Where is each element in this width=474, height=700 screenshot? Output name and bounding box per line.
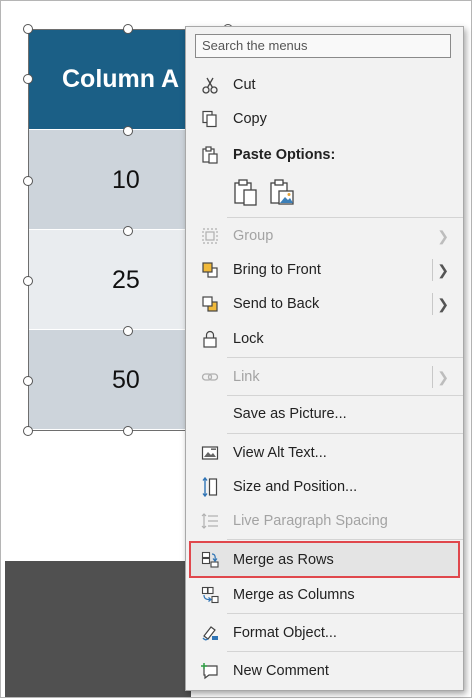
menu-item-send-to-back[interactable]: Send to Back ❯ bbox=[186, 287, 463, 321]
menu-item-label: Group bbox=[233, 228, 274, 244]
resize-handle-bottom-left[interactable] bbox=[23, 426, 33, 436]
format-object-icon bbox=[200, 624, 220, 642]
menu-item-label: Send to Back bbox=[233, 296, 320, 312]
menu-section-label: Paste Options: bbox=[233, 147, 336, 163]
menu-item-bring-to-front[interactable]: Bring to Front ❯ bbox=[186, 253, 463, 287]
menu-item-label: Format Object... bbox=[233, 625, 337, 641]
menu-separator bbox=[227, 357, 463, 358]
menu-item-label: Cut bbox=[233, 77, 256, 93]
menu-separator bbox=[227, 651, 463, 652]
menu-item-label: New Comment bbox=[233, 663, 329, 679]
menu-item-label: Link bbox=[233, 369, 260, 385]
menu-separator bbox=[227, 217, 463, 218]
menu-item-lock[interactable]: Lock bbox=[186, 322, 463, 356]
submenu-divider bbox=[432, 259, 433, 281]
paste-options-row bbox=[232, 177, 302, 213]
menu-separator bbox=[227, 613, 463, 614]
menu-item-live-paragraph-spacing: Live Paragraph Spacing bbox=[186, 504, 463, 538]
link-icon bbox=[200, 368, 220, 386]
copy-icon bbox=[200, 110, 220, 128]
resize-handle-left[interactable] bbox=[23, 176, 33, 186]
menu-item-new-comment[interactable]: New Comment bbox=[186, 654, 463, 688]
menu-section-paste-options: Paste Options: bbox=[186, 138, 463, 172]
resize-handle-bottom[interactable] bbox=[123, 426, 133, 436]
menu-item-label: Save as Picture... bbox=[233, 406, 347, 422]
chevron-right-icon[interactable]: ❯ bbox=[437, 296, 449, 313]
menu-item-merge-as-columns[interactable]: Merge as Columns bbox=[186, 578, 463, 612]
window-frame: Column A 10 25 50 Search the menus Cut C… bbox=[0, 0, 472, 698]
group-icon bbox=[200, 227, 220, 245]
submenu-divider bbox=[432, 293, 433, 315]
chevron-right-icon[interactable]: ❯ bbox=[437, 262, 449, 279]
menu-item-label: Lock bbox=[233, 331, 264, 347]
menu-item-size-and-position[interactable]: Size and Position... bbox=[186, 470, 463, 504]
scissors-icon bbox=[200, 76, 220, 94]
menu-item-label: Copy bbox=[233, 111, 267, 127]
lock-icon bbox=[200, 330, 220, 348]
menu-item-format-object[interactable]: Format Object... bbox=[186, 616, 463, 650]
resize-handle-left[interactable] bbox=[23, 276, 33, 286]
menu-separator bbox=[227, 433, 463, 434]
send-back-icon bbox=[200, 295, 220, 313]
resize-handle-top-left[interactable] bbox=[23, 24, 33, 34]
size-position-icon bbox=[200, 477, 220, 497]
row-boundary-handle[interactable] bbox=[123, 226, 133, 236]
resize-handle-left[interactable] bbox=[23, 74, 33, 84]
menu-item-label: Merge as Rows bbox=[233, 552, 334, 568]
slide-pane-background bbox=[5, 561, 191, 697]
menu-separator bbox=[227, 539, 463, 540]
menu-item-label: Size and Position... bbox=[233, 479, 358, 495]
bring-front-icon bbox=[200, 261, 220, 279]
menu-separator bbox=[227, 395, 463, 396]
menu-item-group: Group ❯ bbox=[186, 219, 463, 253]
row-boundary-handle[interactable] bbox=[123, 326, 133, 336]
resize-handle-top[interactable] bbox=[123, 24, 133, 34]
chevron-right-icon: ❯ bbox=[437, 228, 449, 244]
row-boundary-handle[interactable] bbox=[123, 126, 133, 136]
menu-item-merge-as-rows[interactable]: Merge as Rows bbox=[186, 543, 463, 577]
menu-item-copy[interactable]: Copy bbox=[186, 102, 463, 136]
menu-item-label: Merge as Columns bbox=[233, 587, 355, 603]
submenu-divider bbox=[432, 366, 433, 388]
merge-rows-icon bbox=[200, 551, 220, 569]
paste-icon bbox=[200, 146, 220, 164]
menu-item-label: Bring to Front bbox=[233, 262, 321, 278]
paragraph-spacing-icon bbox=[200, 512, 220, 530]
chevron-right-icon: ❯ bbox=[437, 369, 449, 385]
menu-item-view-alt-text[interactable]: View Alt Text... bbox=[186, 436, 463, 470]
merge-columns-icon bbox=[200, 586, 220, 604]
alt-text-icon bbox=[200, 444, 220, 462]
menu-item-label: Live Paragraph Spacing bbox=[233, 513, 388, 529]
menu-item-link: Link ❯ bbox=[186, 360, 463, 394]
menu-item-cut[interactable]: Cut bbox=[186, 68, 463, 102]
paste-picture-icon[interactable] bbox=[268, 177, 296, 207]
menu-item-save-as-picture[interactable]: Save as Picture... bbox=[186, 397, 463, 431]
menu-item-label: View Alt Text... bbox=[233, 445, 327, 461]
resize-handle-left[interactable] bbox=[23, 376, 33, 386]
paste-keep-icon[interactable] bbox=[232, 177, 260, 207]
menu-search-input[interactable]: Search the menus bbox=[195, 34, 451, 58]
context-menu: Search the menus Cut Copy Paste Options: bbox=[185, 26, 464, 691]
new-comment-icon bbox=[200, 662, 220, 680]
